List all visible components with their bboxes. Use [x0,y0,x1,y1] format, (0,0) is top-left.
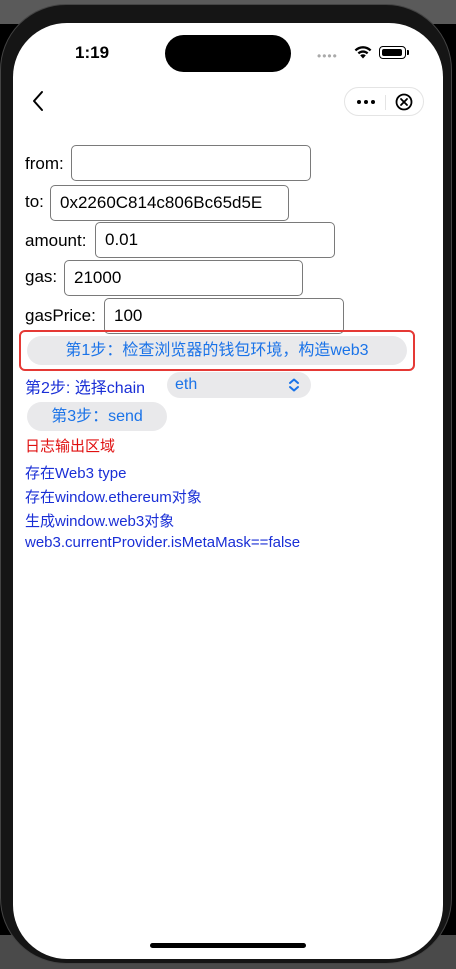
step3-send-button[interactable]: 第3步：send [27,402,167,431]
log-line: 生成window.web3对象 [25,513,175,530]
amount-input[interactable] [95,222,335,258]
capsule-divider [385,95,386,110]
chain-select[interactable]: eth [167,372,311,398]
from-input[interactable] [71,145,311,181]
log-line: 存在Web3 type [25,465,127,482]
battery-cap [407,50,409,55]
log-line: 存在window.ethereum对象 [25,489,202,506]
amount-label: amount: [25,231,87,250]
mini-program-capsule [344,87,424,116]
ellipsis-icon[interactable] [355,93,379,111]
dynamic-island [165,35,291,72]
step2-label: 第2步: 选择chain [25,380,146,397]
log-title: 日志输出区域 [25,438,116,455]
chain-select-value: eth [175,376,198,393]
wifi-icon [354,46,372,59]
from-label: from: [25,154,64,173]
log-line: web3.currentProvider.isMetaMask==false [25,534,301,551]
phone-screen: 1:19 •••• from: to: 0x2260C814c806Bc65d5… [13,23,443,959]
gas-label: gas: [25,267,58,286]
phone-frame: 1:19 •••• from: to: 0x2260C814c806Bc65d5… [0,4,452,964]
back-chevron-icon[interactable] [27,89,51,113]
status-time: 1:19 [75,43,110,62]
battery-icon [379,46,406,59]
chevron-up-down-icon [289,378,299,392]
gasprice-label: gasPrice: [25,306,96,325]
circle-close-icon[interactable] [395,93,413,111]
to-label: to: [25,192,44,211]
home-indicator[interactable] [150,943,306,948]
status-icons: •••• [317,43,409,63]
cellular-dots-icon: •••• [317,49,338,63]
gas-input[interactable] [64,260,303,296]
to-input[interactable] [50,185,289,221]
step1-button[interactable]: 第1步：检查浏览器的钱包环境，构造web3 [27,336,407,365]
gasprice-input[interactable] [104,298,344,334]
